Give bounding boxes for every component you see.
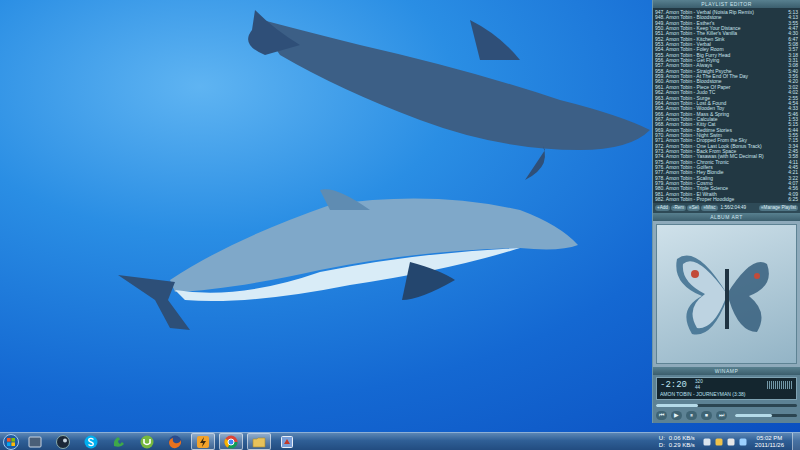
- bitrate-info: 32044: [695, 379, 703, 391]
- desktop-screen: PLAYLIST EDITOR947. Amon Tobin - Verbal …: [0, 0, 800, 450]
- manage-playlist-button[interactable]: ≡Manage Playlist: [759, 205, 798, 211]
- show-desktop-button[interactable]: [792, 433, 800, 450]
- kbps-value: 320: [695, 379, 703, 385]
- playlist-button[interactable]: ≡Misc: [701, 205, 717, 211]
- tray-app-icon[interactable]: [715, 438, 723, 446]
- clock-date: 2011/11/26: [755, 442, 784, 449]
- control-button[interactable]: ⏮: [656, 411, 667, 420]
- network-rate: D: 0.29 KB/s: [659, 442, 695, 449]
- system-tray: U: 0.06 KB/s D: 0.29 KB/s 05:02 PM2011/11/26: [659, 433, 800, 450]
- taskbar-app-icon[interactable]: [275, 433, 299, 450]
- seek-bar[interactable]: [656, 404, 797, 407]
- rate-value: 0.06 KB/s: [669, 435, 695, 442]
- rate-label: U:: [659, 435, 665, 442]
- taskbar: U: 0.06 KB/s D: 0.29 KB/s 05:02 PM2011/11/26: [0, 432, 800, 450]
- tray-app-icon[interactable]: [703, 438, 711, 446]
- visualizer: [767, 381, 793, 389]
- track-title: 982. Amon Tobin - Proper Hoodidge: [655, 197, 786, 202]
- start-orb-icon[interactable]: [3, 434, 19, 450]
- clock[interactable]: 05:02 PM2011/11/26: [751, 435, 788, 449]
- playlist-button[interactable]: -Rem: [671, 205, 686, 211]
- control-button[interactable]: ⏸: [686, 411, 697, 420]
- network-meter: U: 0.06 KB/s D: 0.29 KB/s: [659, 435, 695, 449]
- winamp-window[interactable]: PLAYLIST EDITOR947. Amon Tobin - Verbal …: [652, 0, 800, 423]
- butterfly-cover-icon: [656, 224, 797, 364]
- album-art-title: ALBUM ART: [653, 213, 800, 221]
- player: -2:20 32044AMON TOBIN - JOURNEYMAN (3:38)…: [653, 375, 800, 423]
- display-top: -2:20 32044: [660, 379, 793, 391]
- network-rate: U: 0.06 KB/s: [659, 435, 695, 442]
- playlist-button[interactable]: +Add: [655, 205, 670, 211]
- taskbar-folder-icon[interactable]: [247, 433, 271, 450]
- khz-value: 44: [695, 385, 703, 391]
- player-display: -2:20 32044AMON TOBIN - JOURNEYMAN (3:38): [656, 377, 797, 400]
- album-art-panel: [653, 221, 800, 367]
- dolphin-wallpaper-icon: [0, 0, 652, 432]
- playlist-title: PLAYLIST EDITOR: [653, 0, 800, 8]
- elapsed-time[interactable]: -2:20: [660, 380, 687, 390]
- clock-time: 05:02 PM: [755, 435, 784, 442]
- rate-value: 0.29 KB/s: [669, 442, 695, 449]
- playlist-toolbar: +Add-Rem≡Sel≡Misc1:56/2:04:49 ≡Manage Pla…: [653, 203, 800, 213]
- taskbar-firefox-icon[interactable]: [163, 433, 187, 450]
- controls: ⏮ ▶ ⏸ ⏹ ⏭: [656, 411, 797, 420]
- taskbar-phone-icon[interactable]: [107, 433, 131, 450]
- playlist-row[interactable]: 982. Amon Tobin - Proper Hoodidge6:25: [655, 197, 798, 202]
- taskbar-chrome-icon[interactable]: [219, 433, 243, 450]
- taskbar-skype-icon[interactable]: [79, 433, 103, 450]
- playlist[interactable]: 947. Amon Tobin - Verbal (Noisia Rip Rem…: [653, 8, 800, 203]
- taskbar-winamp-icon[interactable]: [191, 433, 215, 450]
- seek-fill: [656, 404, 698, 407]
- taskbar-utorrent-icon[interactable]: [135, 433, 159, 450]
- control-button[interactable]: ⏹: [701, 411, 712, 420]
- rate-label: D:: [659, 442, 665, 449]
- control-button[interactable]: ⏭: [716, 411, 727, 420]
- tray-app-icon[interactable]: [727, 438, 735, 446]
- track-time: 6:25: [786, 197, 798, 202]
- song-title: AMON TOBIN - JOURNEYMAN (3:38): [660, 391, 793, 398]
- playlist-total-time: 1:56/2:04:49: [719, 205, 749, 211]
- desktop: PLAYLIST EDITOR947. Amon Tobin - Verbal …: [0, 0, 800, 432]
- taskbar-window-icon[interactable]: [23, 433, 47, 450]
- control-button[interactable]: ▶: [671, 411, 682, 420]
- playlist-button[interactable]: ≡Sel: [687, 205, 700, 211]
- tray-app-icon[interactable]: [739, 438, 747, 446]
- player-title: WINAMP: [653, 367, 800, 375]
- volume-fill: [735, 414, 772, 417]
- volume-slider[interactable]: [735, 414, 797, 417]
- taskbar-steam-icon[interactable]: [51, 433, 75, 450]
- taskbar-items: [23, 433, 299, 450]
